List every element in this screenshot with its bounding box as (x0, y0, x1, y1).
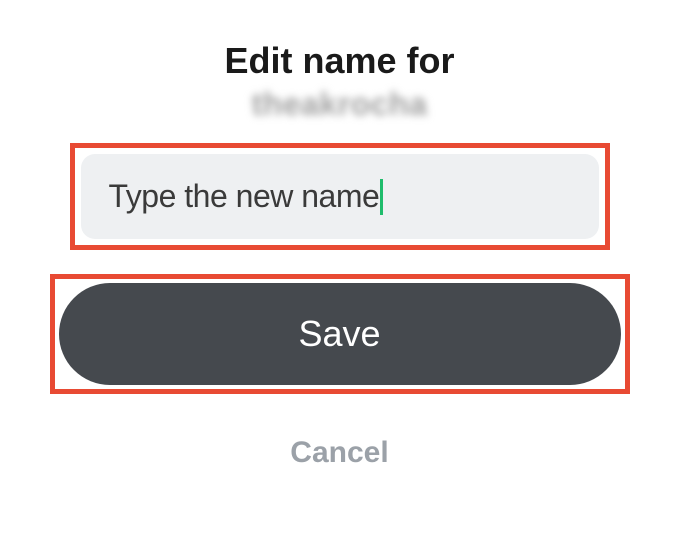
name-input-text: Type the new name (109, 178, 380, 215)
name-input[interactable]: Type the new name (81, 154, 599, 239)
dialog-title: Edit name for (224, 40, 454, 82)
text-cursor (380, 179, 383, 215)
save-button[interactable]: Save (59, 283, 621, 385)
save-highlight-annotation: Save (50, 274, 630, 394)
cancel-button[interactable]: Cancel (290, 436, 388, 470)
input-highlight-annotation: Type the new name (70, 143, 610, 250)
username-label: theakrocha (252, 86, 428, 123)
